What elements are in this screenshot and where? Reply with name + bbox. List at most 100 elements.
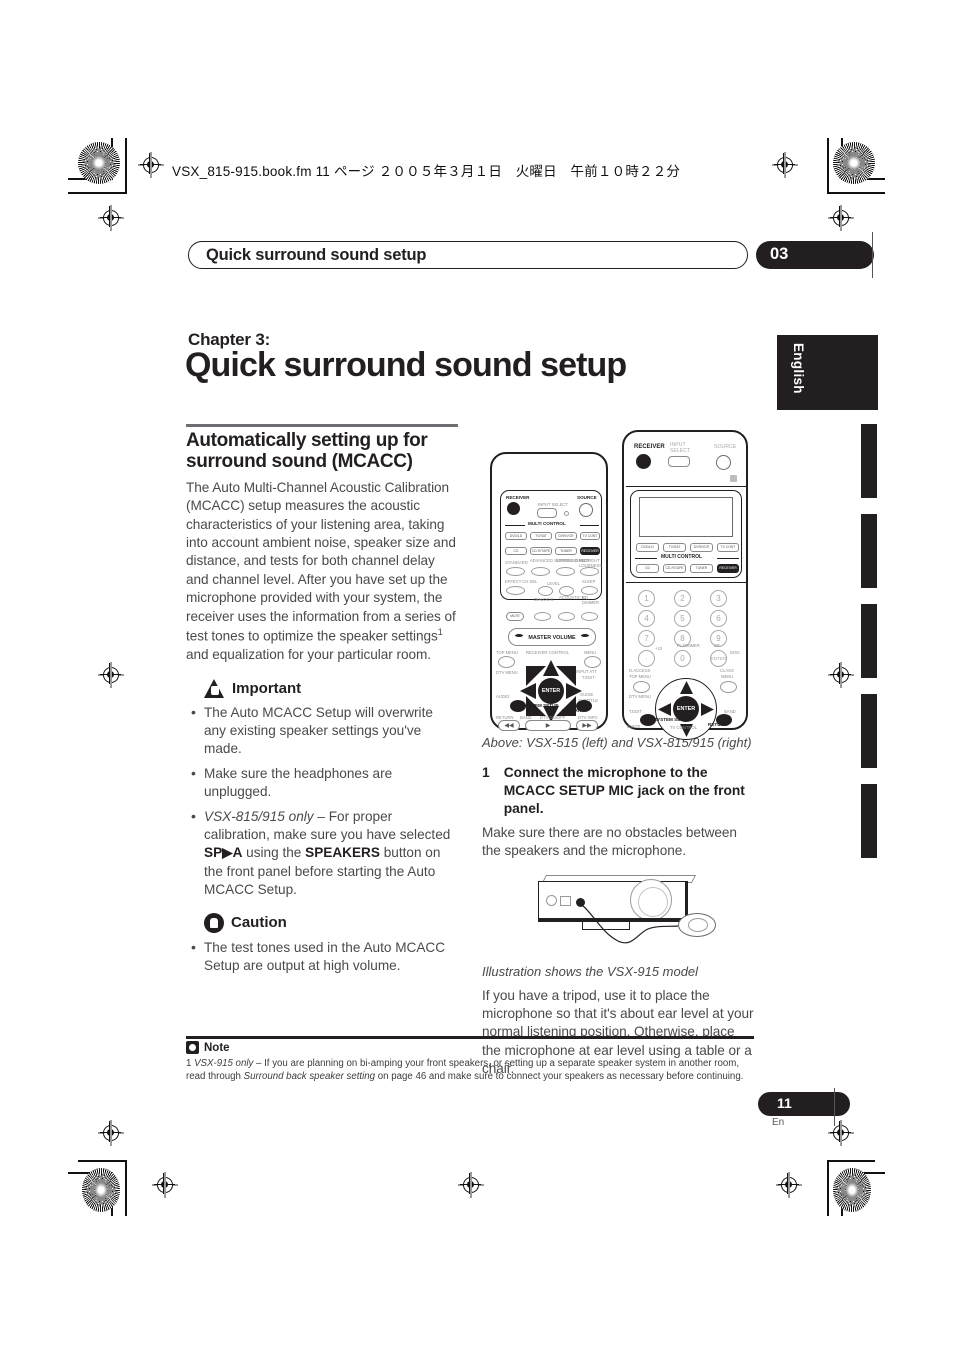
remote-515-master-volume-rocker[interactable]: MASTER VOLUME (508, 628, 596, 646)
remote-515-key-effect-ch-sel[interactable] (506, 586, 525, 595)
remote-815-key-tv-sat[interactable]: TV/SAT (663, 543, 686, 552)
color-target-top-left (78, 142, 120, 184)
color-target-top-right (833, 142, 875, 184)
remote-815-source-label: SOURCE (714, 444, 737, 450)
remote-815-key-top-menu[interactable] (633, 681, 650, 693)
crop-mark-top-left-h (68, 192, 126, 194)
remote-515-key-receiver[interactable]: RECEIVER (580, 547, 600, 555)
remote-815-key-dvr-vcr[interactable]: DVR/VCR (690, 543, 713, 552)
remote-815-key-tv-cont[interactable]: TV CONT (717, 543, 739, 552)
remote-515-key-tv-cont[interactable]: TV CONT (580, 532, 600, 540)
crop-mark-top-left-v (125, 138, 127, 194)
remote-515-key-level-minus[interactable] (538, 586, 553, 596)
remote-515-key-sleep[interactable] (581, 586, 598, 595)
remote-815-key-2[interactable]: 2 (674, 590, 691, 607)
remote-815-t-edit-label: T.EDIT (629, 709, 642, 714)
remote-815-divider-2 (626, 582, 746, 584)
remote-515-key-rewind[interactable]: ◀◀ (498, 720, 520, 731)
warning-triangle-icon (204, 678, 225, 698)
remote-515-input-select-button[interactable] (537, 508, 557, 518)
remote-515-sleep-label: SLEEP (582, 579, 596, 584)
remote-815-guide-label: GUIDE (627, 724, 641, 729)
remote-515-key-top-menu[interactable] (498, 656, 515, 668)
remote-815-source-power-button[interactable] (716, 455, 731, 470)
registration-mark-top-left (138, 152, 164, 178)
color-target-bottom-left (82, 1168, 120, 1212)
remote-vsx-515: RECEIVER INPUT SELECT SOURCE MULTI CONTR… (490, 452, 608, 731)
sp-a-bold: SP▶A (204, 845, 243, 861)
remote-515-key-midnight-loudness[interactable] (580, 567, 599, 576)
remote-515-receiver-label: RECEIVER (506, 495, 530, 500)
remote-515-key-menu[interactable] (584, 656, 601, 668)
remote-815-input-select-button[interactable] (668, 456, 690, 467)
remote-815-key-4[interactable]: 4 (638, 610, 655, 627)
remote-515-top-menu-label: TOP MENU (496, 650, 518, 655)
chapter-number-badge: 03 (756, 241, 874, 269)
step-text: Connect the microphone to the MCACC SETU… (503, 764, 745, 816)
chapter-number-text: 03 (770, 245, 789, 263)
step-body: Make sure there are no obstacles between… (482, 824, 737, 859)
remote-515-guide-label: GUIDE (580, 692, 594, 697)
remote-815-receiver-label: RECEIVER (634, 444, 665, 450)
registration-mark-bottom-left (152, 1172, 178, 1198)
remote-515-key-stereo-direct[interactable] (556, 567, 575, 576)
remote-515-fl-dimmer-label: FL DIMMER (582, 595, 599, 605)
remote-515-key-standard[interactable] (506, 567, 525, 576)
remote-515-enter-button[interactable]: ENTER (538, 678, 564, 704)
remote-815-dtv-menu-label: DTV MENU (629, 694, 651, 699)
remote-815-key-0[interactable]: 0 (674, 650, 691, 667)
running-head-title: Quick surround sound setup (206, 246, 427, 264)
remote-815-receiver-power-button[interactable] (636, 454, 651, 469)
remote-515-key-acoustic-eq[interactable] (558, 612, 575, 621)
remote-815-key-3[interactable]: 3 (710, 590, 727, 607)
remote-815-key-receiver[interactable]: RECEIVER (717, 564, 739, 573)
dpad-up-arrow-icon[interactable] (543, 660, 559, 676)
remote-815-key-cd[interactable]: CD (636, 564, 659, 573)
footnote-italic-1: VSX-915 only (194, 1058, 254, 1069)
remote-815-mc-rule-left (635, 558, 657, 560)
remote-815-key-enter[interactable]: ENTER (710, 650, 727, 667)
remote-815-key-plus10[interactable]: · (638, 650, 655, 667)
remote-515-key-fl-dimmer[interactable] (581, 612, 598, 621)
remote-515-key-dvr-vcr[interactable]: DVR/VCR (555, 532, 577, 540)
crop-mark-top-right-v (827, 138, 829, 194)
remote-815-key-6[interactable]: 6 (710, 610, 727, 627)
color-target-bottom-right (833, 1168, 871, 1212)
remote-515-source-power-button[interactable] (579, 503, 593, 517)
remote-515-key-forward[interactable]: ▶▶ (576, 720, 598, 731)
language-tab: English (777, 335, 878, 410)
remote-815-key-dvd-ld[interactable]: DVD/LD (636, 543, 659, 552)
remote-815-key-1[interactable]: 1 (638, 590, 655, 607)
intro-paragraph-2: test tones to optimize the speaker setti… (186, 626, 458, 646)
remote-815-d-access-label: D.ACCESS (629, 668, 651, 673)
crop-mark-bottom-right-h (827, 1160, 875, 1162)
remote-815-key-7[interactable]: 7 (638, 630, 655, 647)
remote-815-key-menu[interactable] (720, 681, 737, 693)
edge-tab-2 (861, 514, 877, 588)
remote-515-key-dialog-e[interactable] (534, 612, 551, 621)
edge-tab-5 (861, 784, 877, 858)
remote-815-key-5[interactable]: 5 (674, 610, 691, 627)
intro-paragraph-2-text: test tones to optimize the speaker setti… (186, 628, 438, 644)
caution-bullet-list: The test tones used in the Auto MCACC Se… (186, 938, 458, 975)
remote-815-key-tuner[interactable]: TUNER (690, 564, 713, 573)
remote-815-key-cdr-tape[interactable]: CD-R/TAPE (663, 564, 686, 573)
dpad-left-arrow-icon[interactable] (520, 683, 536, 699)
remote-515-key-tv-sat[interactable]: TV/SAT (530, 532, 552, 540)
remote-515-key-advanced-surround[interactable] (531, 567, 550, 576)
remote-815-divider-1 (626, 486, 746, 488)
remote-515-key-dvd-ld[interactable]: DVD/LD (505, 532, 527, 540)
remote-515-key-tuner[interactable]: TUNER (555, 547, 577, 555)
remote-515-key-mute[interactable]: MUTE (506, 612, 524, 621)
important-label: Important (232, 679, 302, 697)
remote-515-key-cdr-tape[interactable]: CD-R/TAPE (530, 547, 552, 555)
intro-paragraph-1: The Auto Multi-Channel Acoustic Calibrat… (186, 479, 456, 624)
remote-815-dpad[interactable]: ENTER (655, 678, 717, 740)
remote-815-sp-label: SP (714, 643, 720, 648)
remote-515-receiver-power-button[interactable] (507, 502, 520, 515)
language-tab-label: English (791, 343, 806, 394)
remote-515-key-play[interactable]: ▶ (525, 720, 571, 731)
remote-515-key-cd[interactable]: CD (505, 547, 527, 555)
column-rule (186, 424, 458, 427)
registration-mark-mid-right (828, 662, 854, 688)
